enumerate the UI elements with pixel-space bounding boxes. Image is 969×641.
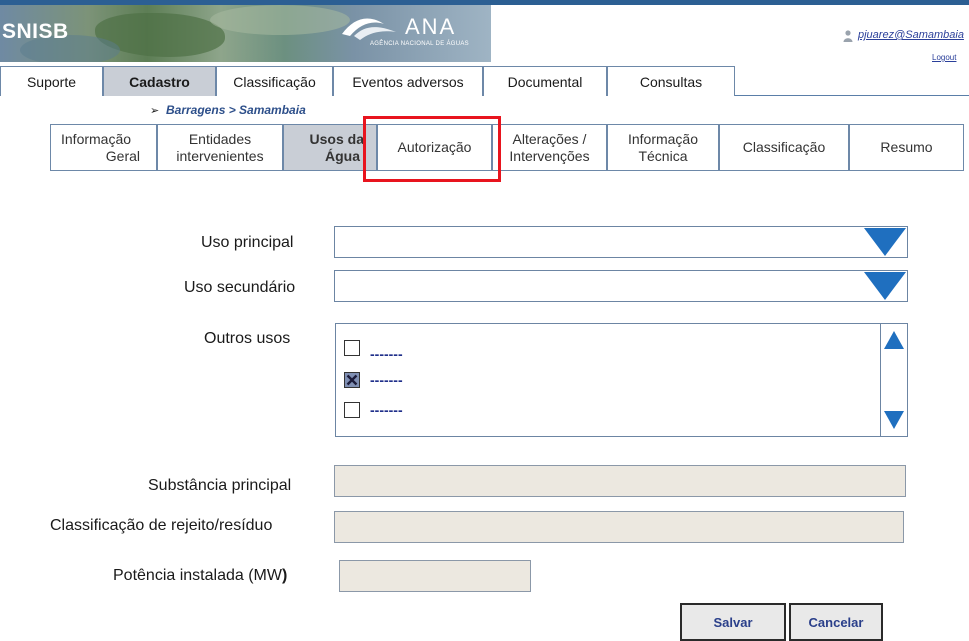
- tab-cadastro[interactable]: Cadastro: [103, 66, 216, 96]
- uso-principal-select[interactable]: [334, 226, 908, 258]
- save-button[interactable]: Salvar: [680, 603, 786, 641]
- tab-classificacao[interactable]: Classificação: [216, 66, 333, 96]
- subtab-classificacao[interactable]: Classificação: [719, 124, 849, 171]
- outros-usos-listbox[interactable]: ------- ------- -------: [335, 323, 908, 437]
- breadcrumb[interactable]: Barragens > Samambaia: [166, 103, 306, 117]
- tab-documental[interactable]: Documental: [483, 66, 607, 96]
- subtab-informacao-tecnica[interactable]: Informação Técnica: [607, 124, 719, 171]
- uso-principal-label: Uso principal: [201, 234, 294, 251]
- substancia-principal-label: Substância principal: [148, 477, 292, 494]
- subtab-informacao-geral[interactable]: Informação Geral: [50, 124, 157, 171]
- list-item[interactable]: -------: [344, 371, 403, 389]
- check-x-icon: [346, 374, 358, 386]
- classificacao-rejeito-field[interactable]: [334, 511, 904, 543]
- chevron-down-icon[interactable]: [863, 271, 907, 301]
- ana-logo-icon: [342, 18, 396, 40]
- list-item[interactable]: -------: [344, 401, 403, 419]
- tab-consultas[interactable]: Consultas: [607, 66, 735, 96]
- selection-highlight-box: [363, 116, 501, 182]
- substancia-principal-field[interactable]: [334, 465, 906, 497]
- scroll-down-icon[interactable]: [883, 410, 905, 430]
- checkbox[interactable]: [344, 340, 360, 356]
- classificacao-rejeito-label: Classificação de rejeito/resíduo: [50, 517, 273, 534]
- scrollbar-track[interactable]: [880, 324, 881, 436]
- user-account-link[interactable]: pjuarez@Samambaia: [858, 29, 964, 41]
- user-icon: [843, 30, 853, 42]
- chevron-down-icon[interactable]: [863, 227, 907, 257]
- main-navigation: Suporte Cadastro Classificação Eventos a…: [0, 66, 969, 96]
- tab-suporte[interactable]: Suporte: [0, 66, 103, 96]
- subtab-entidades-intervenientes[interactable]: Entidades intervenientes: [157, 124, 283, 171]
- uso-secundario-select[interactable]: [334, 270, 908, 302]
- brand-logo: SNISB: [2, 20, 69, 43]
- checkbox[interactable]: [344, 402, 360, 418]
- subtab-resumo[interactable]: Resumo: [849, 124, 964, 171]
- list-item[interactable]: -------: [344, 339, 403, 362]
- potencia-instalada-field[interactable]: [339, 560, 531, 592]
- tab-eventos-adversos[interactable]: Eventos adversos: [333, 66, 483, 96]
- uso-secundario-label: Uso secundário: [184, 279, 296, 296]
- logout-link[interactable]: Logout: [932, 53, 956, 62]
- outros-usos-label: Outros usos: [204, 330, 291, 347]
- scroll-up-icon[interactable]: [883, 330, 905, 350]
- checkbox[interactable]: [344, 372, 360, 388]
- agency-name: ANA: [405, 14, 457, 39]
- potencia-instalada-label: Potência instalada (MW): [113, 567, 288, 584]
- cancel-button[interactable]: Cancelar: [789, 603, 883, 641]
- agency-subtitle: AGÊNCIA NACIONAL DE ÁGUAS: [370, 41, 469, 47]
- subtab-alteracoes-intervencoes[interactable]: Alterações / Intervenções: [492, 124, 607, 171]
- breadcrumb-arrow-icon: ➢: [150, 105, 160, 117]
